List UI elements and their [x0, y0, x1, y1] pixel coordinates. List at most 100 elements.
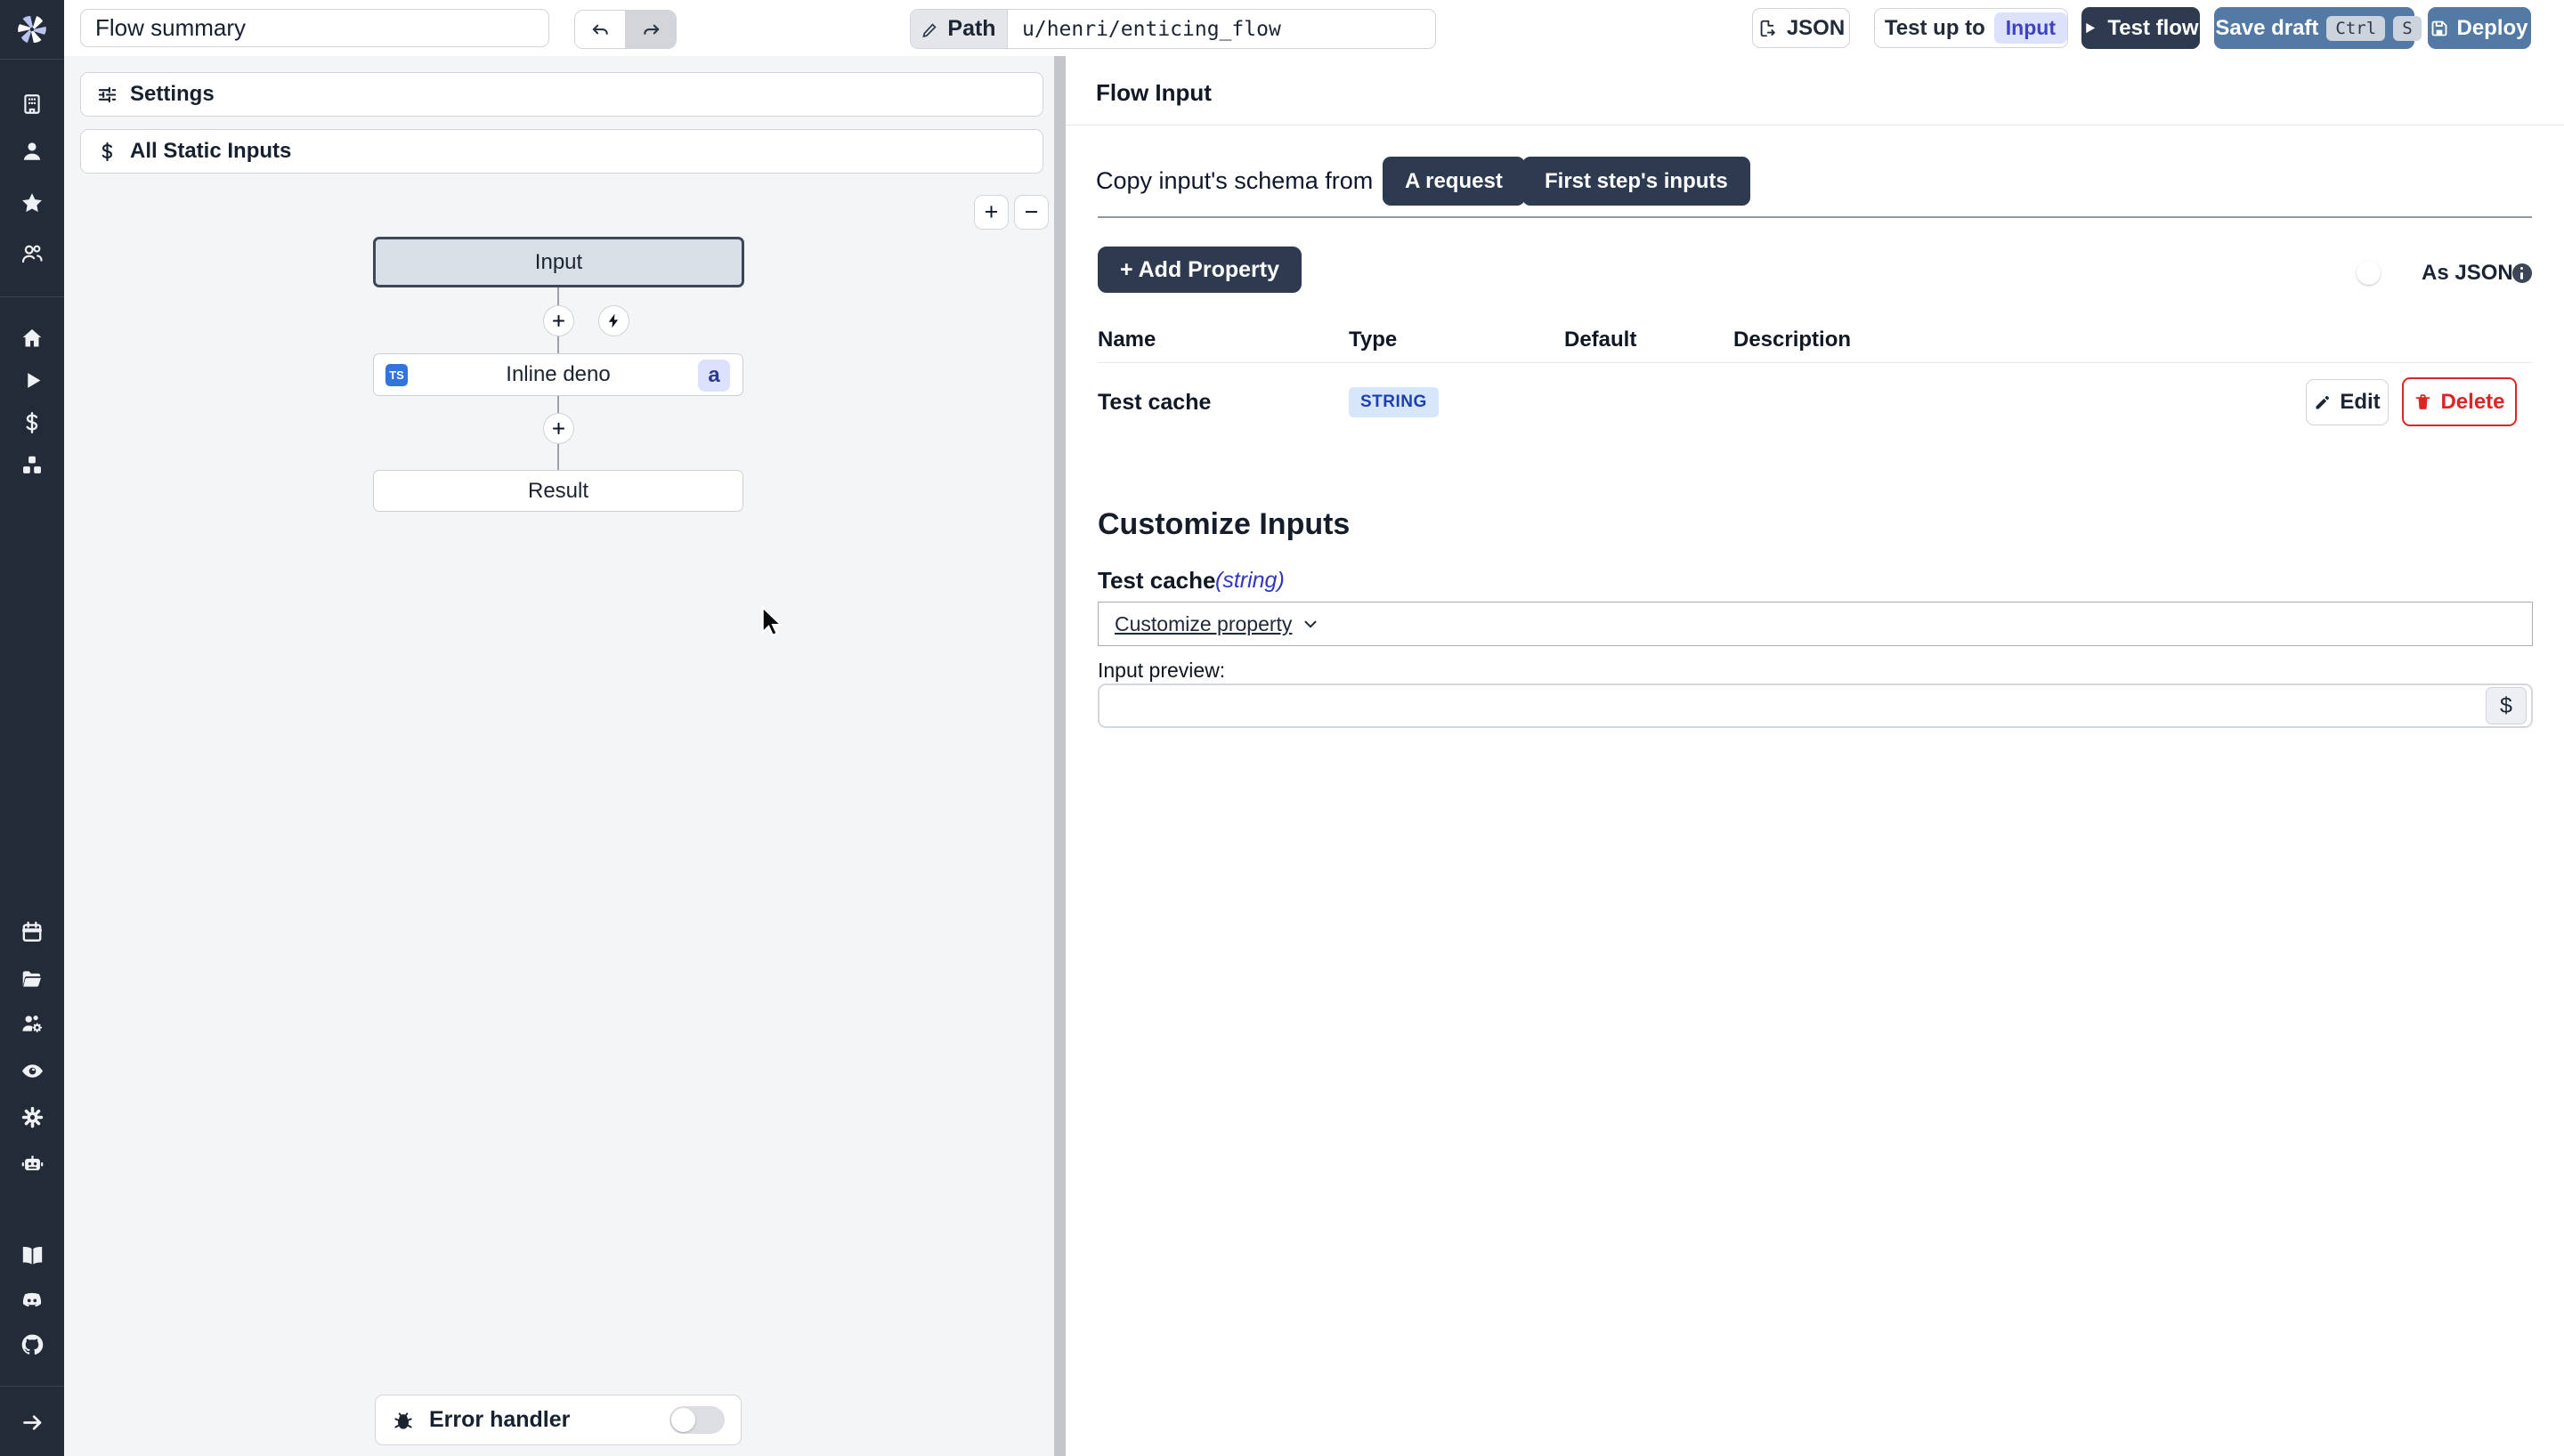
flow-node-step[interactable]: TS Inline deno a	[373, 353, 743, 396]
flow-summary-input[interactable]	[80, 9, 549, 47]
sidebar-divider	[0, 296, 64, 297]
test-up-to-target-badge: Input	[1994, 12, 2067, 44]
pencil-icon	[2314, 393, 2332, 411]
test-flow-label: Test flow	[2107, 16, 2198, 41]
sidebar	[0, 0, 64, 1456]
customize-property-link[interactable]: Customize property	[1115, 612, 1292, 636]
resources-boxes-icon[interactable]	[0, 454, 64, 477]
play-icon	[1875, 20, 1876, 36]
all-static-inputs-label: All Static Inputs	[130, 139, 291, 164]
row-name: Test cache	[1098, 390, 1211, 416]
file-export-icon	[1757, 19, 1777, 38]
add-property-label: + Add Property	[1120, 257, 1279, 283]
workers-bot-icon[interactable]	[0, 1151, 64, 1175]
section-divider	[1098, 216, 2532, 218]
groups-users-cog-icon[interactable]	[0, 1012, 64, 1035]
schedules-calendar-icon[interactable]	[0, 920, 64, 943]
dollar-icon	[97, 142, 118, 162]
error-handler-bar[interactable]: Error handler	[375, 1395, 742, 1445]
error-handler-toggle[interactable]	[669, 1406, 725, 1434]
input-preview-label: Input preview:	[1098, 659, 1225, 683]
undo-icon	[590, 20, 611, 40]
redo-button[interactable]	[626, 11, 676, 48]
path-label: Path	[947, 16, 995, 42]
delete-property-button[interactable]: Delete	[2402, 377, 2517, 426]
chevron-down-icon[interactable]	[1301, 614, 1320, 634]
path-input[interactable]	[1008, 10, 1435, 48]
customize-inputs-heading: Customize Inputs	[1098, 507, 1350, 542]
dollar-glyph: $	[2500, 693, 2512, 719]
insert-step-button[interactable]	[543, 413, 574, 444]
column-header-type: Type	[1349, 328, 1397, 352]
variables-dollar-icon[interactable]	[0, 411, 64, 434]
customize-property-box: Customize property	[1098, 602, 2533, 646]
windmill-logo-icon[interactable]	[0, 11, 64, 48]
insert-variable-dollar-button[interactable]: $	[2486, 687, 2527, 724]
add-property-button[interactable]: + Add Property	[1098, 247, 1302, 293]
test-flow-button[interactable]: Test flow	[2081, 7, 2200, 49]
kbd-ctrl: Ctrl	[2326, 16, 2385, 41]
users-icon[interactable]	[0, 242, 64, 265]
deploy-button[interactable]: Deploy	[2428, 7, 2531, 49]
bolt-icon	[605, 312, 622, 329]
error-handler-label: Error handler	[429, 1407, 570, 1433]
audit-eye-icon[interactable]	[0, 1059, 64, 1083]
json-label: JSON	[1787, 16, 1845, 41]
input-preview-field[interactable]	[1098, 684, 2533, 728]
home-icon[interactable]	[0, 327, 64, 350]
save-draft-button[interactable]: Save draft Ctrl S	[2214, 7, 2414, 49]
runs-play-icon[interactable]	[0, 369, 64, 392]
input-node-label: Input	[535, 250, 582, 275]
delete-label: Delete	[2440, 390, 2504, 415]
zoom-in-button[interactable]: +	[974, 195, 1009, 230]
copy-from-first-step-button[interactable]: First step's inputs	[1522, 157, 1750, 206]
test-up-to-label: Test up to	[1885, 16, 1985, 41]
json-button[interactable]: JSON	[1752, 8, 1850, 48]
settings-gear-icon[interactable]	[0, 1105, 64, 1129]
typescript-badge: TS	[385, 364, 408, 386]
result-node-label: Result	[528, 479, 588, 504]
docs-book-icon[interactable]	[0, 1243, 64, 1267]
customize-field-type: (string)	[1215, 568, 1285, 594]
discord-icon[interactable]	[0, 1288, 64, 1313]
edit-path-button[interactable]: Path	[911, 10, 1008, 48]
as-json-label: As JSON	[2422, 261, 2513, 286]
plus-icon	[550, 312, 567, 329]
app-window: Path JSON Test up to Input Test flow Sav…	[0, 0, 2564, 1456]
expand-arrow-right-icon[interactable]	[0, 1411, 64, 1435]
edit-property-button[interactable]: Edit	[2306, 379, 2389, 425]
github-icon[interactable]	[0, 1332, 64, 1357]
info-icon[interactable]	[2512, 263, 2532, 283]
divider	[1098, 362, 2532, 363]
workspace-building-icon[interactable]	[0, 93, 64, 116]
column-header-description: Description	[1733, 328, 1851, 352]
undo-button[interactable]	[575, 11, 626, 48]
customize-field-name: Test cache	[1098, 567, 1215, 595]
zoom-out-button[interactable]: −	[1014, 195, 1049, 230]
insert-step-button[interactable]	[543, 305, 574, 336]
path-group: Path	[910, 9, 1436, 49]
toggle-knob	[2357, 261, 2381, 285]
save-icon	[2430, 20, 2448, 37]
all-static-inputs-bar[interactable]: All Static Inputs	[80, 129, 1043, 174]
flow-node-result[interactable]: Result	[373, 470, 743, 512]
undo-redo-group	[574, 10, 677, 49]
panel-title: Flow Input	[1096, 79, 1212, 107]
step-node-label: Inline deno	[506, 362, 610, 387]
trigger-bolt-button[interactable]	[598, 305, 629, 336]
pencil-icon	[921, 20, 939, 38]
folders-icon[interactable]	[0, 967, 64, 991]
copy-from-request-button[interactable]: A request	[1383, 157, 1525, 206]
flow-settings-bar[interactable]: Settings	[80, 72, 1043, 117]
edit-label: Edit	[2340, 390, 2380, 415]
sidebar-divider	[0, 59, 64, 60]
kbd-s: S	[2393, 16, 2421, 41]
play-icon	[2082, 20, 2097, 36]
bug-icon	[392, 1409, 415, 1432]
user-icon[interactable]	[0, 140, 64, 163]
flow-node-input[interactable]: Input	[373, 237, 744, 287]
star-icon[interactable]	[0, 191, 64, 214]
copy-from-request-label: A request	[1405, 169, 1503, 194]
test-up-to-button[interactable]: Test up to Input	[1874, 8, 2068, 48]
panel-resize-handle[interactable]	[1054, 56, 1066, 1456]
